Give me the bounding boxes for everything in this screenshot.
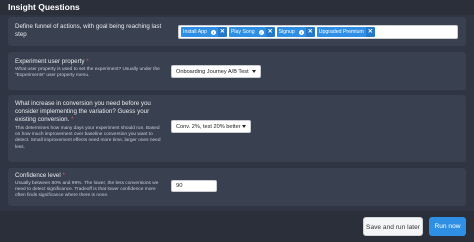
funnel-tag: Upgraded Premium ✕ xyxy=(316,27,375,37)
funnel-tag: Play Song i ✕ xyxy=(228,27,275,37)
conversion-description: This determines how many days your exper… xyxy=(15,126,161,150)
user-property-select[interactable]: Onboarding Journey A/B Test xyxy=(171,65,261,78)
tag-info-icon[interactable]: i xyxy=(256,27,266,37)
confidence-value: 90 xyxy=(176,183,183,189)
confidence-card: Confidence level * Usually between 80% a… xyxy=(8,168,466,206)
funnel-tag-input[interactable]: Install App i ✕ Play Song i ✕ Signup i ✕… xyxy=(178,25,458,39)
funnel-tag: Signup i ✕ xyxy=(276,27,315,37)
tag-remove-icon[interactable]: ✕ xyxy=(305,27,315,37)
save-and-run-later-button[interactable]: Save and run later xyxy=(363,217,423,236)
tag-remove-icon[interactable]: ✕ xyxy=(365,27,375,37)
user-property-description: What user property is used to set the ex… xyxy=(15,67,160,79)
conversion-label: What increase in conversion you need bef… xyxy=(15,100,151,123)
funnel-tag: Install App i ✕ xyxy=(181,27,227,37)
tag-label: Install App xyxy=(181,27,209,37)
required-mark: * xyxy=(62,172,65,179)
tag-remove-icon[interactable]: ✕ xyxy=(217,27,227,37)
section-header: Insight Questions xyxy=(0,0,474,15)
chevron-down-icon xyxy=(242,125,246,128)
tag-remove-icon[interactable]: ✕ xyxy=(265,27,275,37)
chevron-down-icon xyxy=(252,70,256,73)
section-title: Insight Questions xyxy=(8,2,80,12)
confidence-label: Confidence level * xyxy=(15,172,65,179)
confidence-input[interactable]: 90 xyxy=(171,180,217,192)
conversion-select[interactable]: Conv. 2%, test 20% better xyxy=(171,120,251,133)
run-now-button[interactable]: Run now xyxy=(429,217,466,236)
funnel-label: Define funnel of actions, with goal bein… xyxy=(15,23,162,38)
tag-info-icon[interactable]: i xyxy=(296,27,306,37)
funnel-card: Define funnel of actions, with goal bein… xyxy=(8,17,466,46)
tag-label: Upgraded Premium xyxy=(316,27,366,37)
conversion-selected: Conv. 2%, test 20% better xyxy=(176,124,241,130)
action-footer: Save and run later Run now xyxy=(0,211,474,242)
required-mark: * xyxy=(71,116,74,123)
user-property-selected: Onboarding Journey A/B Test xyxy=(176,69,249,75)
user-property-label: Experiment user property * xyxy=(15,58,89,65)
tag-label: Signup xyxy=(276,27,297,37)
user-property-card: Experiment user property * What user pro… xyxy=(8,52,466,90)
confidence-description: Usually between 80% and 99%. The lower, … xyxy=(15,181,159,199)
conversion-card: What increase in conversion you need bef… xyxy=(8,95,466,162)
tag-label: Play Song xyxy=(228,27,257,37)
required-mark: * xyxy=(86,58,89,65)
tag-info-icon[interactable]: i xyxy=(208,27,218,37)
